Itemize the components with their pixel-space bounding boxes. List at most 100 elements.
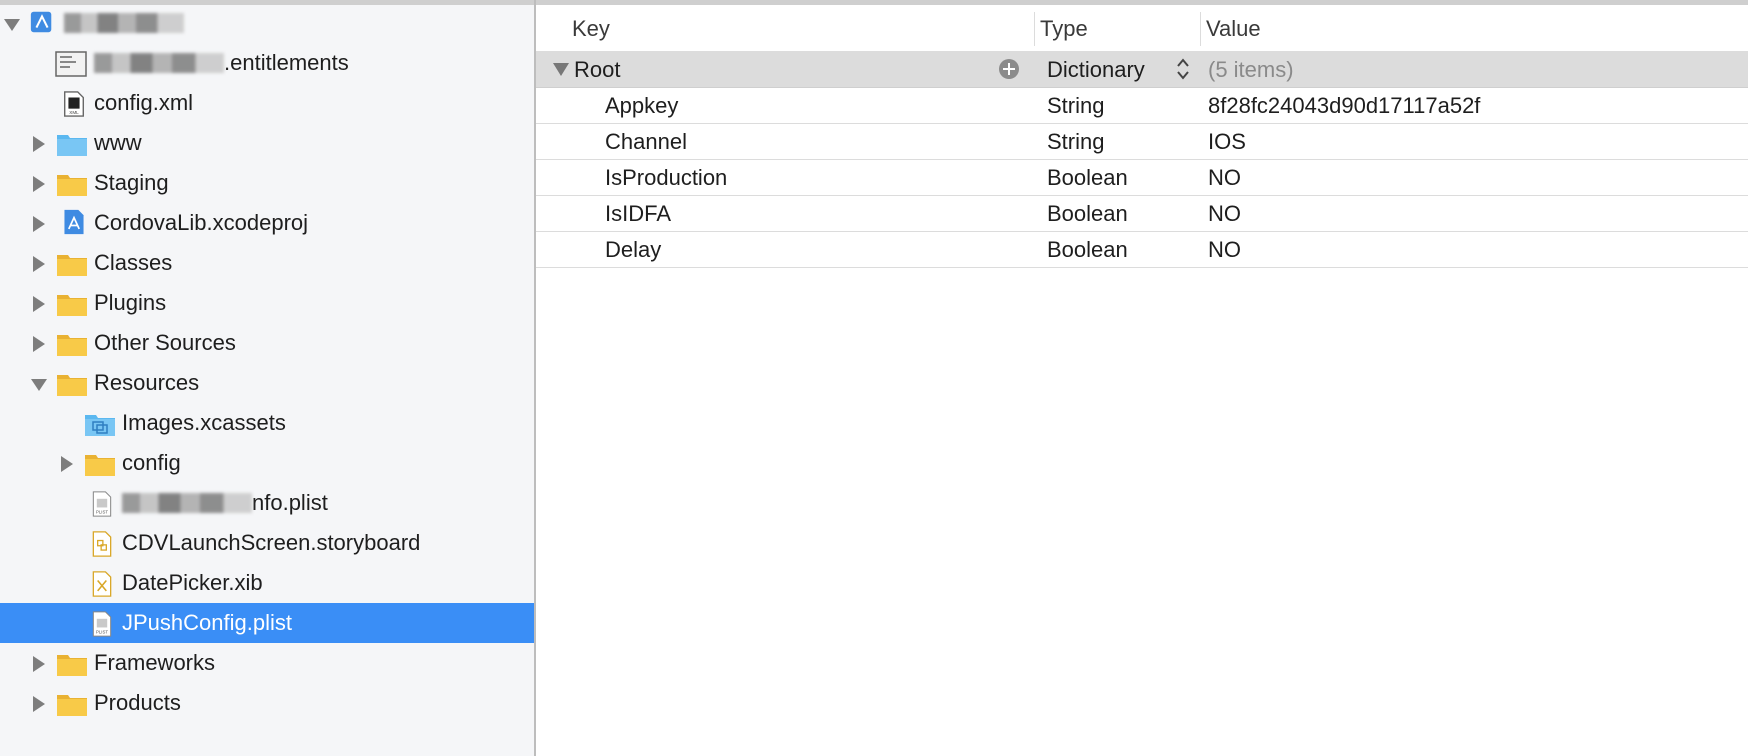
root-key[interactable]: Root xyxy=(574,58,620,82)
nav-item-frameworks[interactable]: Frameworks xyxy=(0,643,534,683)
nav-item-resources[interactable]: Resources xyxy=(0,363,534,403)
other-sources-label: Other Sources xyxy=(94,330,236,355)
disclosure-closed-icon[interactable] xyxy=(33,656,45,672)
plist-row[interactable]: Delay Boolean NO xyxy=(536,231,1748,268)
nav-item-datepicker[interactable]: DatePicker.xib xyxy=(0,563,534,603)
folder-icon xyxy=(57,175,87,196)
nav-item-staging[interactable]: Staging xyxy=(0,163,534,203)
staging-label: Staging xyxy=(94,170,169,195)
disclosure-closed-icon[interactable] xyxy=(33,696,45,712)
nav-item-config-xml[interactable]: XML config.xml xyxy=(0,83,534,123)
row-type[interactable]: String xyxy=(1047,130,1104,154)
disclosure-open-icon[interactable] xyxy=(4,19,20,31)
row-key[interactable]: Channel xyxy=(605,130,687,154)
nav-item-jpushconfig[interactable]: PLIST JPushConfig.plist xyxy=(0,603,534,643)
disclosure-closed-icon[interactable] xyxy=(33,296,45,312)
row-value[interactable]: 8f28fc24043d90d17117a52f xyxy=(1208,94,1480,118)
images-xcassets-label: Images.xcassets xyxy=(122,410,286,435)
plist-row-root[interactable]: Root Dictionary (5 items) xyxy=(536,51,1748,88)
frameworks-label: Frameworks xyxy=(94,650,216,675)
row-type[interactable]: String xyxy=(1047,94,1104,118)
folder-icon xyxy=(57,335,87,356)
cordovalib-label: CordovaLib.xcodeproj xyxy=(94,210,309,235)
folder-icon xyxy=(85,455,115,476)
project-navigator: .entitlements XML config.xml www Staging… xyxy=(0,0,534,756)
row-value[interactable]: IOS xyxy=(1208,130,1246,154)
svg-text:PLIST: PLIST xyxy=(96,630,108,635)
folder-icon xyxy=(57,375,87,396)
classes-label: Classes xyxy=(94,250,173,275)
xib-file-icon xyxy=(92,571,112,597)
nav-item-www[interactable]: www xyxy=(0,123,534,163)
redacted-project-name xyxy=(64,13,184,33)
root-value: (5 items) xyxy=(1208,57,1294,82)
row-key[interactable]: Delay xyxy=(605,238,661,262)
row-value[interactable]: NO xyxy=(1208,238,1241,262)
entitlements-label: .entitlements xyxy=(94,51,349,75)
blue-folder-icon xyxy=(57,135,87,156)
cdvlaunchscreen-label: CDVLaunchScreen.storyboard xyxy=(122,530,421,555)
nav-item-images-xcassets[interactable]: Images.xcassets xyxy=(0,403,534,443)
entitlements-file-icon xyxy=(55,51,87,77)
row-value[interactable]: NO xyxy=(1208,202,1241,226)
add-item-icon[interactable] xyxy=(999,59,1019,79)
nav-item-cordovalib[interactable]: CordovaLib.xcodeproj xyxy=(0,203,534,243)
column-header-key[interactable]: Key xyxy=(572,16,610,42)
type-stepper-icon[interactable] xyxy=(1176,56,1190,82)
storyboard-file-icon xyxy=(92,531,112,557)
nav-item-entitlements[interactable]: .entitlements xyxy=(0,43,534,83)
nav-item-config-folder[interactable]: config xyxy=(0,443,534,483)
xml-file-icon: XML xyxy=(64,91,84,117)
plugins-label: Plugins xyxy=(94,290,167,315)
plist-row[interactable]: IsIDFA Boolean NO xyxy=(536,195,1748,232)
jpushconfig-label: JPushConfig.plist xyxy=(122,610,292,635)
column-separator[interactable] xyxy=(1034,12,1035,46)
disclosure-closed-icon[interactable] xyxy=(33,136,45,152)
project-name-label xyxy=(64,11,184,35)
disclosure-open-icon[interactable] xyxy=(553,63,569,76)
disclosure-closed-icon[interactable] xyxy=(33,216,45,232)
column-separator[interactable] xyxy=(1200,12,1201,46)
row-key[interactable]: IsIDFA xyxy=(605,202,671,226)
row-key[interactable]: IsProduction xyxy=(605,166,727,190)
row-type[interactable]: Boolean xyxy=(1047,202,1128,226)
plist-file-icon: PLIST xyxy=(92,611,112,637)
www-label: www xyxy=(94,130,142,155)
column-header-type[interactable]: Type xyxy=(1040,16,1088,42)
column-header-value[interactable]: Value xyxy=(1206,16,1261,42)
disclosure-closed-icon[interactable] xyxy=(61,456,73,472)
plist-row[interactable]: Appkey String 8f28fc24043d90d17117a52f xyxy=(536,87,1748,124)
xcode-project-icon xyxy=(64,209,84,235)
row-key[interactable]: Appkey xyxy=(605,94,678,118)
nav-item-other-sources[interactable]: Other Sources xyxy=(0,323,534,363)
plist-row[interactable]: IsProduction Boolean NO xyxy=(536,159,1748,196)
nav-item-products[interactable]: Products xyxy=(0,683,534,723)
disclosure-open-icon[interactable] xyxy=(31,379,47,391)
folder-icon xyxy=(57,655,87,676)
disclosure-closed-icon[interactable] xyxy=(33,256,45,272)
nav-item-project[interactable] xyxy=(0,3,534,43)
config-folder-label: config xyxy=(122,450,181,475)
datepicker-label: DatePicker.xib xyxy=(122,570,263,595)
plist-file-icon: PLIST xyxy=(92,491,112,517)
row-value[interactable]: NO xyxy=(1208,166,1241,190)
disclosure-closed-icon[interactable] xyxy=(33,176,45,192)
xcode-project-icon xyxy=(30,11,52,33)
folder-icon xyxy=(57,695,87,716)
svg-text:XML: XML xyxy=(69,110,79,115)
config-xml-label: config.xml xyxy=(94,90,194,115)
nav-item-classes[interactable]: Classes xyxy=(0,243,534,283)
folder-icon xyxy=(57,255,87,276)
row-type[interactable]: Boolean xyxy=(1047,238,1128,262)
nav-item-cdvlaunchscreen[interactable]: CDVLaunchScreen.storyboard xyxy=(0,523,534,563)
redacted-filename xyxy=(122,493,252,513)
root-type[interactable]: Dictionary xyxy=(1047,58,1145,82)
plist-editor: Key Type Value Root Dictionary (5 items)… xyxy=(536,0,1748,756)
nav-item-plugins[interactable]: Plugins xyxy=(0,283,534,323)
nav-item-info-plist[interactable]: PLIST nfo.plist xyxy=(0,483,534,523)
row-type[interactable]: Boolean xyxy=(1047,166,1128,190)
disclosure-closed-icon[interactable] xyxy=(33,336,45,352)
resources-label: Resources xyxy=(94,370,200,395)
plist-row[interactable]: Channel String IOS xyxy=(536,123,1748,160)
svg-text:PLIST: PLIST xyxy=(96,510,108,515)
